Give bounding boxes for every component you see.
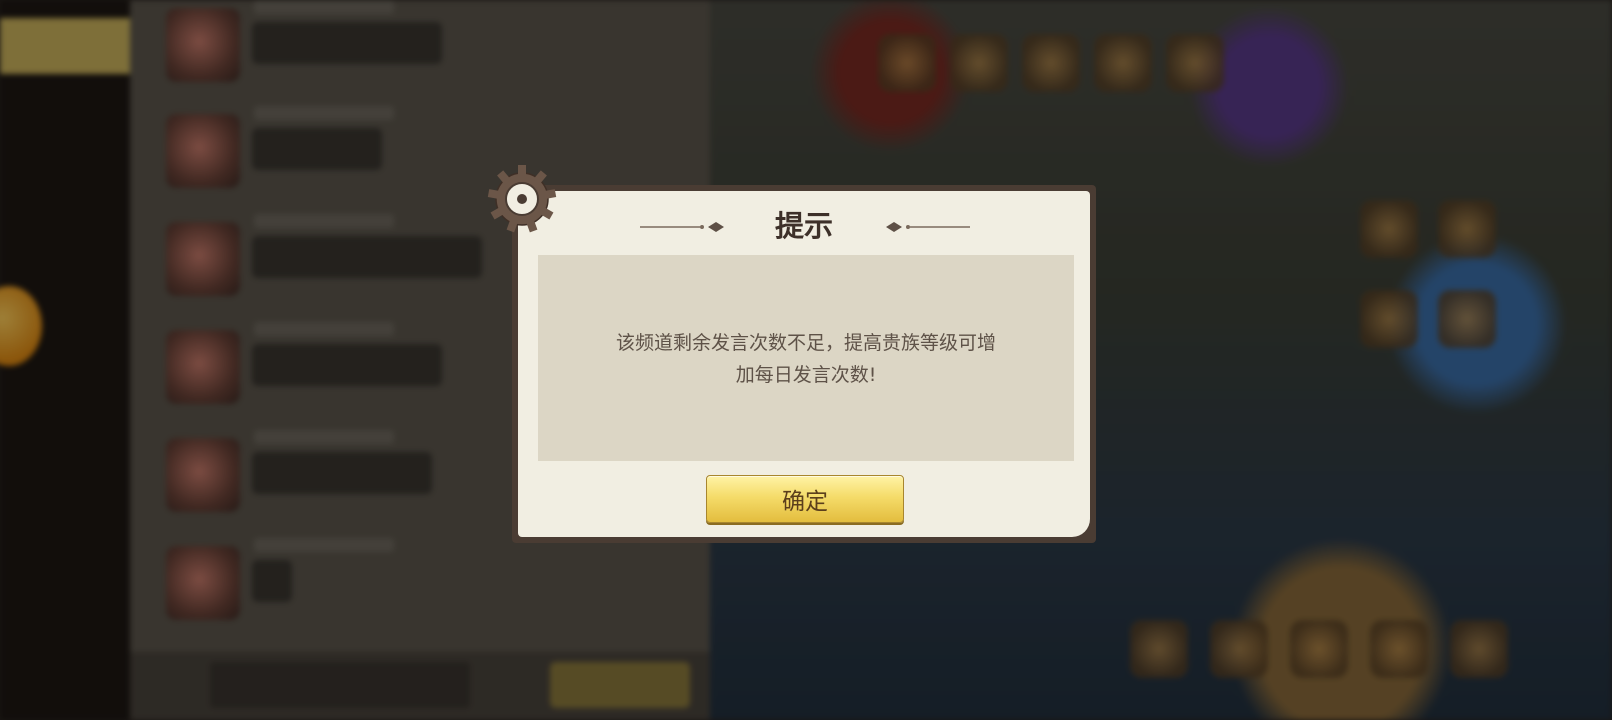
message-text: 该频道剩余发言次数不足，提高贵族等级可增 加每日发言次数!	[578, 327, 1034, 391]
confirm-button[interactable]: 确定	[706, 475, 904, 523]
message-line: 该频道剩余发言次数不足，提高贵族等级可增	[615, 332, 996, 354]
message-line: 加每日发言次数!	[735, 364, 877, 386]
message-box: 该频道剩余发言次数不足，提高贵族等级可增 加每日发言次数!	[538, 255, 1074, 461]
dialog-title: 提示	[774, 209, 833, 243]
notice-dialog: 提示 该频道剩余发言次数不足，提高贵族等级可增 加每日发言次数! 确定	[487, 165, 1096, 543]
